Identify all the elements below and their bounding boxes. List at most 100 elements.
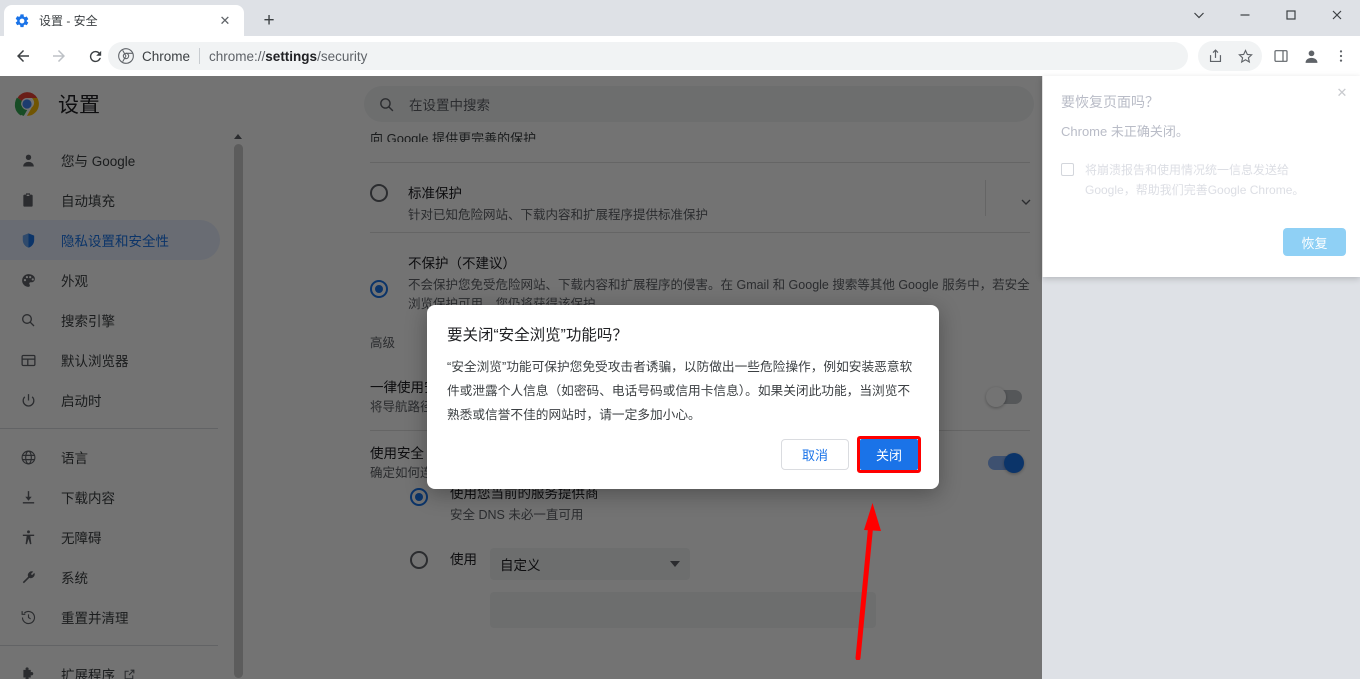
bookmark-star-icon[interactable] (1230, 41, 1260, 71)
dns-provider-dropdown[interactable]: 自定义 (490, 548, 690, 580)
power-icon (18, 392, 38, 409)
settings-header: 设置 在设置中搜索 (0, 76, 1042, 132)
settings-search-placeholder: 在设置中搜索 (409, 98, 490, 113)
radio-no-protection[interactable] (370, 280, 388, 298)
sidebar-item-label: 系统 (61, 571, 88, 586)
restore-button[interactable]: 恢复 (1283, 228, 1346, 256)
sidebar-item-label: 您与 Google (61, 154, 136, 169)
download-icon (18, 489, 38, 506)
wrench-icon (18, 569, 38, 586)
omnibox-url: chrome://settings/security (209, 49, 367, 64)
sidebar-item-label: 自动填充 (61, 194, 115, 209)
toggle-knob (1004, 453, 1024, 473)
sidebar-item-label: 启动时 (61, 394, 102, 409)
history-restore-icon (18, 609, 38, 626)
external-link-icon (123, 668, 136, 679)
address-bar[interactable]: Chrome chrome://settings/security (108, 42, 1188, 70)
sidebar-item-label: 无障碍 (61, 531, 102, 546)
dns-custom-input[interactable] (490, 592, 876, 628)
omnibox-actions-pill (1198, 41, 1262, 71)
cancel-button[interactable]: 取消 (781, 439, 849, 470)
more-menu-icon[interactable] (1326, 41, 1356, 71)
toggle-knob (986, 387, 1006, 407)
toggle-secure-dns[interactable] (988, 453, 1024, 473)
sidebar-item-you-and-google[interactable]: 您与 Google (0, 140, 220, 180)
search-icon (18, 312, 38, 328)
maximize-icon[interactable] (1268, 0, 1314, 30)
sidebar-item-appearance[interactable]: 外观 (0, 260, 220, 300)
divider-2 (370, 232, 1030, 233)
sidebar-divider (0, 428, 218, 429)
url-bold-segment: settings (265, 48, 318, 64)
clipboard-icon (18, 192, 38, 208)
person-icon (18, 152, 38, 169)
close-icon[interactable]: ✕ (1332, 83, 1352, 103)
option-desc: 针对已知危险网站、下载内容和扩展程序提供标准保护 (408, 208, 709, 222)
search-icon (378, 96, 395, 113)
dropdown-arrow-icon (670, 561, 680, 567)
sidebar-item-system[interactable]: 系统 (0, 557, 220, 597)
tab-close-icon[interactable]: ✕ (216, 12, 234, 30)
forward-button-icon[interactable] (44, 41, 74, 71)
security-option-standard[interactable]: 标准保护 针对已知危险网站、下载内容和扩展程序提供标准保护 (370, 170, 1042, 239)
sidebar-item-default-browser[interactable]: 默认浏览器 (0, 340, 220, 380)
sidebar-item-autofill[interactable]: 自动填充 (0, 180, 220, 220)
sidebar-item-accessibility[interactable]: 无障碍 (0, 517, 220, 557)
dns-provider-selected-value: 自定义 (500, 558, 541, 573)
radio-current-provider[interactable] (410, 488, 428, 506)
restore-bubble-title: 要恢复页面吗？ (1061, 94, 1159, 110)
profile-avatar-icon[interactable] (1296, 41, 1326, 71)
sidebar-item-languages[interactable]: 语言 (0, 437, 220, 477)
sidebar-item-privacy-and-security[interactable]: 隐私设置和安全性 (0, 220, 220, 260)
chevron-down-icon[interactable] (1018, 194, 1034, 215)
minimize-icon[interactable] (1222, 0, 1268, 30)
sidebar-item-label: 外观 (61, 274, 88, 289)
settings-search-box[interactable]: 在设置中搜索 (364, 86, 1034, 122)
side-panel-icon[interactable] (1266, 41, 1296, 71)
share-icon[interactable] (1200, 41, 1230, 71)
dialog-body-text: “安全浏览”功能可保护您免受攻击者诱骗，以防做出一些危险操作，例如安装恶意软件或… (447, 360, 913, 422)
sidebar-item-on-startup[interactable]: 启动时 (0, 380, 220, 420)
close-window-icon[interactable] (1314, 0, 1360, 30)
cut-off-heading: 向 Google 提供更完善的保护 (370, 132, 537, 142)
settings-scrollbar[interactable] (231, 132, 246, 679)
toggle-always-secure-connections[interactable] (986, 387, 1022, 407)
new-tab-button[interactable]: + (255, 7, 283, 35)
turn-off-button[interactable]: 关闭 (860, 439, 918, 470)
sidebar-item-reset-and-cleanup[interactable]: 重置并清理 (0, 597, 220, 637)
sidebar-item-label: 语言 (61, 451, 88, 466)
shield-icon (18, 232, 38, 249)
scroll-up-arrow-icon[interactable] (234, 134, 242, 139)
advanced-section-label: 高级 (370, 336, 396, 350)
puzzle-icon (18, 666, 38, 679)
send-crash-reports-checkbox[interactable] (1061, 163, 1074, 176)
radio-custom-dns[interactable] (410, 551, 428, 569)
accessibility-icon (18, 529, 38, 546)
scrollbar-thumb[interactable] (234, 144, 243, 678)
sidebar-item-label: 隐私设置和安全性 (61, 234, 169, 249)
confirm-button-highlight: 关闭 (857, 436, 921, 473)
browser-tab[interactable]: 设置 - 安全 ✕ (4, 5, 244, 36)
sidebar-item-search-engine[interactable]: 搜索引擎 (0, 300, 220, 340)
sidebar-divider-2 (0, 645, 218, 646)
chrome-logo-icon (14, 91, 40, 117)
omnibox-divider (199, 48, 201, 64)
reload-button-icon[interactable] (80, 41, 110, 71)
chevron-down-icon[interactable] (1176, 0, 1222, 30)
sidebar-item-extensions[interactable]: 扩展程序 (0, 654, 220, 679)
sidebar-item-downloads[interactable]: 下载内容 (0, 477, 220, 517)
dialog-actions: 取消 关闭 (781, 436, 921, 473)
turn-off-safe-browsing-dialog: 要关闭“安全浏览”功能吗？ “安全浏览”功能可保护您免受攻击者诱骗，以防做出一些… (427, 305, 939, 489)
url-suffix: /security (317, 48, 368, 64)
option-divider (985, 180, 986, 216)
chrome-logo-icon (118, 48, 134, 64)
radio-standard-protection[interactable] (370, 184, 388, 202)
restore-pages-bubble: ✕ 要恢复页面吗？ Chrome 未正确关闭。 将崩溃报告和使用情况统一信息发送… (1042, 76, 1360, 277)
back-button-icon[interactable] (8, 41, 38, 71)
sidebar-item-label: 重置并清理 (61, 611, 129, 626)
browser-toolbar: Chrome chrome://settings/security (0, 36, 1360, 76)
browser-window: 设置 - 安全 ✕ + Chrome chrome://settings/sec… (0, 0, 1360, 679)
sidebar-item-label: 下载内容 (61, 491, 115, 506)
tab-title: 设置 - 安全 (39, 14, 98, 28)
dns-option-current-provider[interactable]: 使用您当前的服务提供商 安全 DNS 未必一直可用 (410, 484, 1010, 525)
